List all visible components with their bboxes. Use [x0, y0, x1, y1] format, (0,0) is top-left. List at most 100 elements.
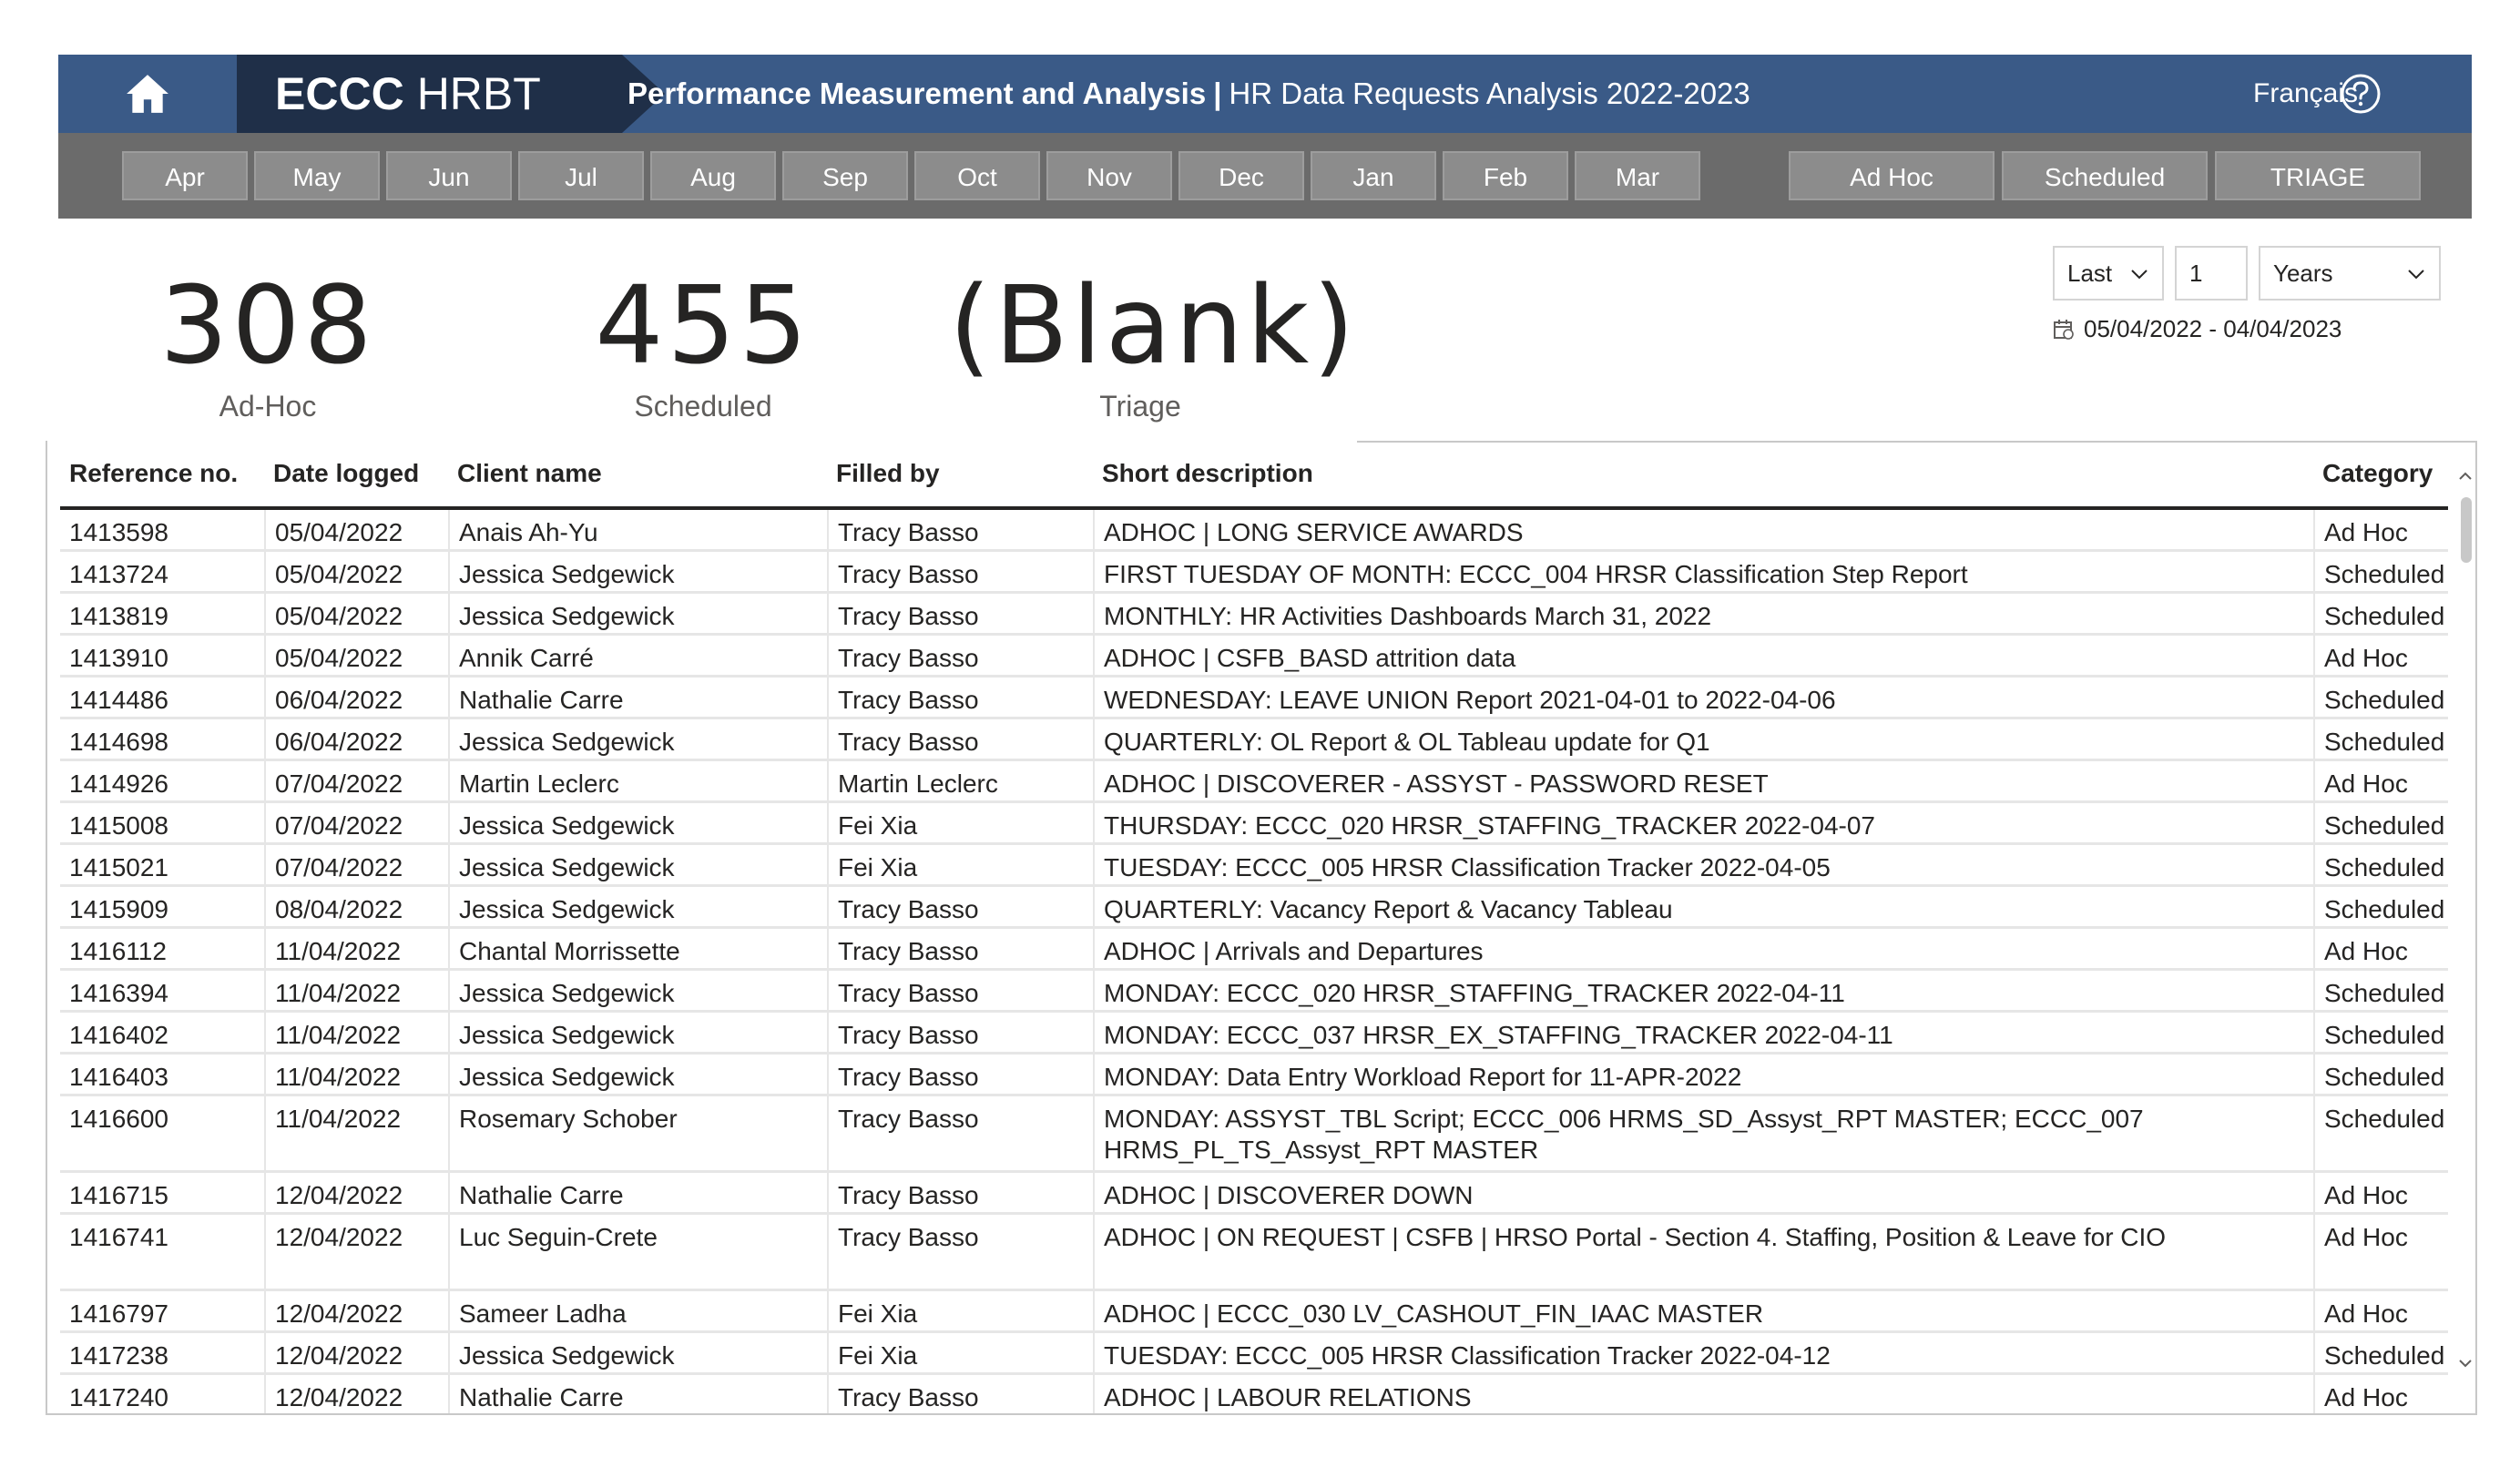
month-filter-apr[interactable]: Apr: [122, 151, 248, 200]
column-header-ref-no[interactable]: Reference no.: [60, 441, 273, 506]
cell-short-description: ADHOC | DISCOVERER DOWN: [1093, 1173, 2313, 1212]
cell-date-logged: 06/04/2022: [264, 678, 448, 717]
table-body: Reference no. Date logged Client name Fille…: [60, 441, 2448, 1413]
cell-filled-by: Tracy Basso: [827, 1375, 1093, 1413]
column-header-filled-by[interactable]: Filled by: [827, 441, 1102, 506]
column-header-short-description[interactable]: Short description: [1093, 441, 2322, 506]
month-filter-aug[interactable]: Aug: [650, 151, 776, 200]
month-filter-jan[interactable]: Jan: [1311, 151, 1436, 200]
table-row[interactable]: 1416600 11/04/2022 Rosemary Schober Tracy B…: [60, 1096, 2448, 1173]
table-row[interactable]: 1416715 12/04/2022 Nathalie Carre Tracy Bas…: [60, 1173, 2448, 1215]
table-row[interactable]: 1413910 05/04/2022 Annik Carré Tracy Basso A…: [60, 636, 2448, 678]
month-filter-dec[interactable]: Dec: [1178, 151, 1304, 200]
home-button[interactable]: [58, 55, 237, 133]
column-header-client-name[interactable]: Client name: [448, 441, 836, 506]
cell-filled-by: Tracy Basso: [827, 594, 1093, 633]
cell-client-name: Luc Seguin-Crete: [448, 1215, 827, 1289]
month-filter-feb[interactable]: Feb: [1443, 151, 1568, 200]
cell-date-logged: 07/04/2022: [264, 845, 448, 884]
relative-unit-dropdown[interactable]: Years: [2259, 246, 2441, 301]
table-row[interactable]: 1417240 12/04/2022 Nathalie Carre Tracy Bas…: [60, 1375, 2448, 1413]
category-filter-adhoc[interactable]: Ad Hoc: [1789, 151, 1995, 200]
table-row[interactable]: 1414486 06/04/2022 Nathalie Carre Tracy Bas…: [60, 678, 2448, 719]
cell-ref-no: 1414926: [69, 769, 169, 798]
table-row[interactable]: 1416403 11/04/2022 Jessica Sedgewick Tracy …: [60, 1055, 2448, 1096]
cell-ref-no: 1413598: [69, 518, 169, 546]
month-filter-may[interactable]: May: [254, 151, 380, 200]
cell-category: Scheduled: [2313, 971, 2448, 1010]
month-filter-nov[interactable]: Nov: [1046, 151, 1172, 200]
kpi-triage-value: (Blank): [949, 262, 1359, 388]
column-header-date-logged[interactable]: Date logged: [264, 441, 457, 506]
cell-ref-no: 1415909: [69, 895, 169, 923]
table-row[interactable]: 1416402 11/04/2022 Jessica Sedgewick Tracy …: [60, 1013, 2448, 1055]
cell-short-description: MONDAY: ECCC_037 HRSR_EX_STAFFING_TRACKE…: [1093, 1013, 2313, 1052]
cell-ref-no: 1416403: [69, 1063, 169, 1091]
cell-client-name: Jessica Sedgewick: [448, 1055, 827, 1094]
category-filter-scheduled[interactable]: Scheduled: [2002, 151, 2208, 200]
title-rest: HR Data Requests Analysis 2022-2023: [1229, 76, 1750, 110]
month-filter-jun[interactable]: Jun: [386, 151, 512, 200]
cell-short-description: ADHOC | CSFB_BASD attrition data: [1093, 636, 2313, 675]
scroll-up-icon[interactable]: [2455, 466, 2475, 486]
month-filter-mar[interactable]: Mar: [1575, 151, 1700, 200]
cell-short-description: ADHOC | DISCOVERER - ASSYST - PASSWORD R…: [1093, 761, 2313, 800]
table-row[interactable]: 1413819 05/04/2022 Jessica Sedgewick Tracy …: [60, 594, 2448, 636]
table-row[interactable]: 1413724 05/04/2022 Jessica Sedgewick Tracy …: [60, 552, 2448, 594]
chevron-down-icon: [2131, 270, 2148, 280]
cell-ref-no: 1413819: [69, 602, 169, 630]
cell-filled-by: Tracy Basso: [827, 552, 1093, 591]
cell-category: Scheduled: [2313, 1055, 2448, 1094]
relative-count-input[interactable]: 1: [2175, 246, 2248, 301]
column-header-category[interactable]: Category: [2313, 441, 2457, 506]
help-button[interactable]: [2340, 73, 2382, 115]
cell-client-name: Martin Leclerc: [448, 761, 827, 800]
cell-ref-no: 1416402: [69, 1021, 169, 1049]
cell-category: Scheduled: [2313, 1013, 2448, 1052]
relative-unit-value: Years: [2273, 260, 2333, 287]
month-filter-sep[interactable]: Sep: [782, 151, 908, 200]
table-row[interactable]: 1414926 07/04/2022 Martin Leclerc Martin Le…: [60, 761, 2448, 803]
cell-ref-no: 1416112: [69, 937, 167, 965]
cell-client-name: Jessica Sedgewick: [448, 719, 827, 759]
cell-filled-by: Tracy Basso: [827, 1055, 1093, 1094]
table-row[interactable]: 1417238 12/04/2022 Jessica Sedgewick Fei Xi…: [60, 1333, 2448, 1375]
kpi-scheduled-value: 455: [595, 262, 811, 388]
kpi-scheduled-label: Scheduled: [634, 390, 772, 423]
cell-filled-by: Martin Leclerc: [827, 761, 1093, 800]
month-filter-oct[interactable]: Oct: [914, 151, 1040, 200]
scroll-down-icon[interactable]: [2455, 1353, 2475, 1373]
table-scrollbar-thumb[interactable]: [2461, 497, 2472, 563]
relative-mode-dropdown[interactable]: Last: [2053, 246, 2164, 301]
table-row[interactable]: 1415909 08/04/2022 Jessica Sedgewick Tracy …: [60, 887, 2448, 929]
month-filter-jul[interactable]: Jul: [518, 151, 644, 200]
category-filter-triage[interactable]: TRIAGE: [2215, 151, 2421, 200]
table-row[interactable]: 1415008 07/04/2022 Jessica Sedgewick Fei Xi…: [60, 803, 2448, 845]
cell-category: Scheduled: [2313, 887, 2448, 926]
table-row[interactable]: 1416741 12/04/2022 Luc Seguin-Crete Tracy B…: [60, 1215, 2448, 1291]
header-bar: ECCC HRBT Performance Measurement and An…: [58, 55, 2472, 133]
cell-client-name: Jessica Sedgewick: [448, 845, 827, 884]
table-row[interactable]: 1414698 06/04/2022 Jessica Sedgewick Tracy …: [60, 719, 2448, 761]
table-row[interactable]: 1416112 11/04/2022 Chantal Morrissette Trac…: [60, 929, 2448, 971]
filter-bar: Apr May Jun Jul Aug Sep Oct Nov Dec Jan …: [58, 133, 2472, 219]
cell-short-description: ADHOC | ON REQUEST | CSFB | HRSO Portal …: [1093, 1215, 2313, 1289]
kpi-triage-label: Triage: [1099, 390, 1181, 423]
cell-category: Ad Hoc: [2313, 1173, 2448, 1212]
cell-date-logged: 05/04/2022: [264, 552, 448, 591]
cell-category: Ad Hoc: [2313, 1215, 2448, 1289]
table-row[interactable]: 1413598 05/04/2022 Anais Ah-Yu Tracy Basso A…: [60, 510, 2448, 552]
table-row[interactable]: 1416797 12/04/2022 Sameer Ladha Fei Xia ADHO…: [60, 1291, 2448, 1333]
cell-client-name: Annik Carré: [448, 636, 827, 675]
cell-client-name: Sameer Ladha: [448, 1291, 827, 1330]
cell-date-logged: 11/04/2022: [264, 929, 448, 968]
cell-date-logged: 08/04/2022: [264, 887, 448, 926]
cell-client-name: Nathalie Carre: [448, 1375, 827, 1413]
cell-category: Ad Hoc: [2313, 1375, 2448, 1413]
cell-ref-no: 1416797: [69, 1299, 169, 1328]
cell-filled-by: Tracy Basso: [827, 719, 1093, 759]
table-row[interactable]: 1416394 11/04/2022 Jessica Sedgewick Tracy …: [60, 971, 2448, 1013]
cell-ref-no: 1416394: [69, 979, 169, 1007]
requests-table: Reference no. Date logged Client name Fille…: [46, 441, 2477, 1415]
table-row[interactable]: 1415021 07/04/2022 Jessica Sedgewick Fei Xi…: [60, 845, 2448, 887]
